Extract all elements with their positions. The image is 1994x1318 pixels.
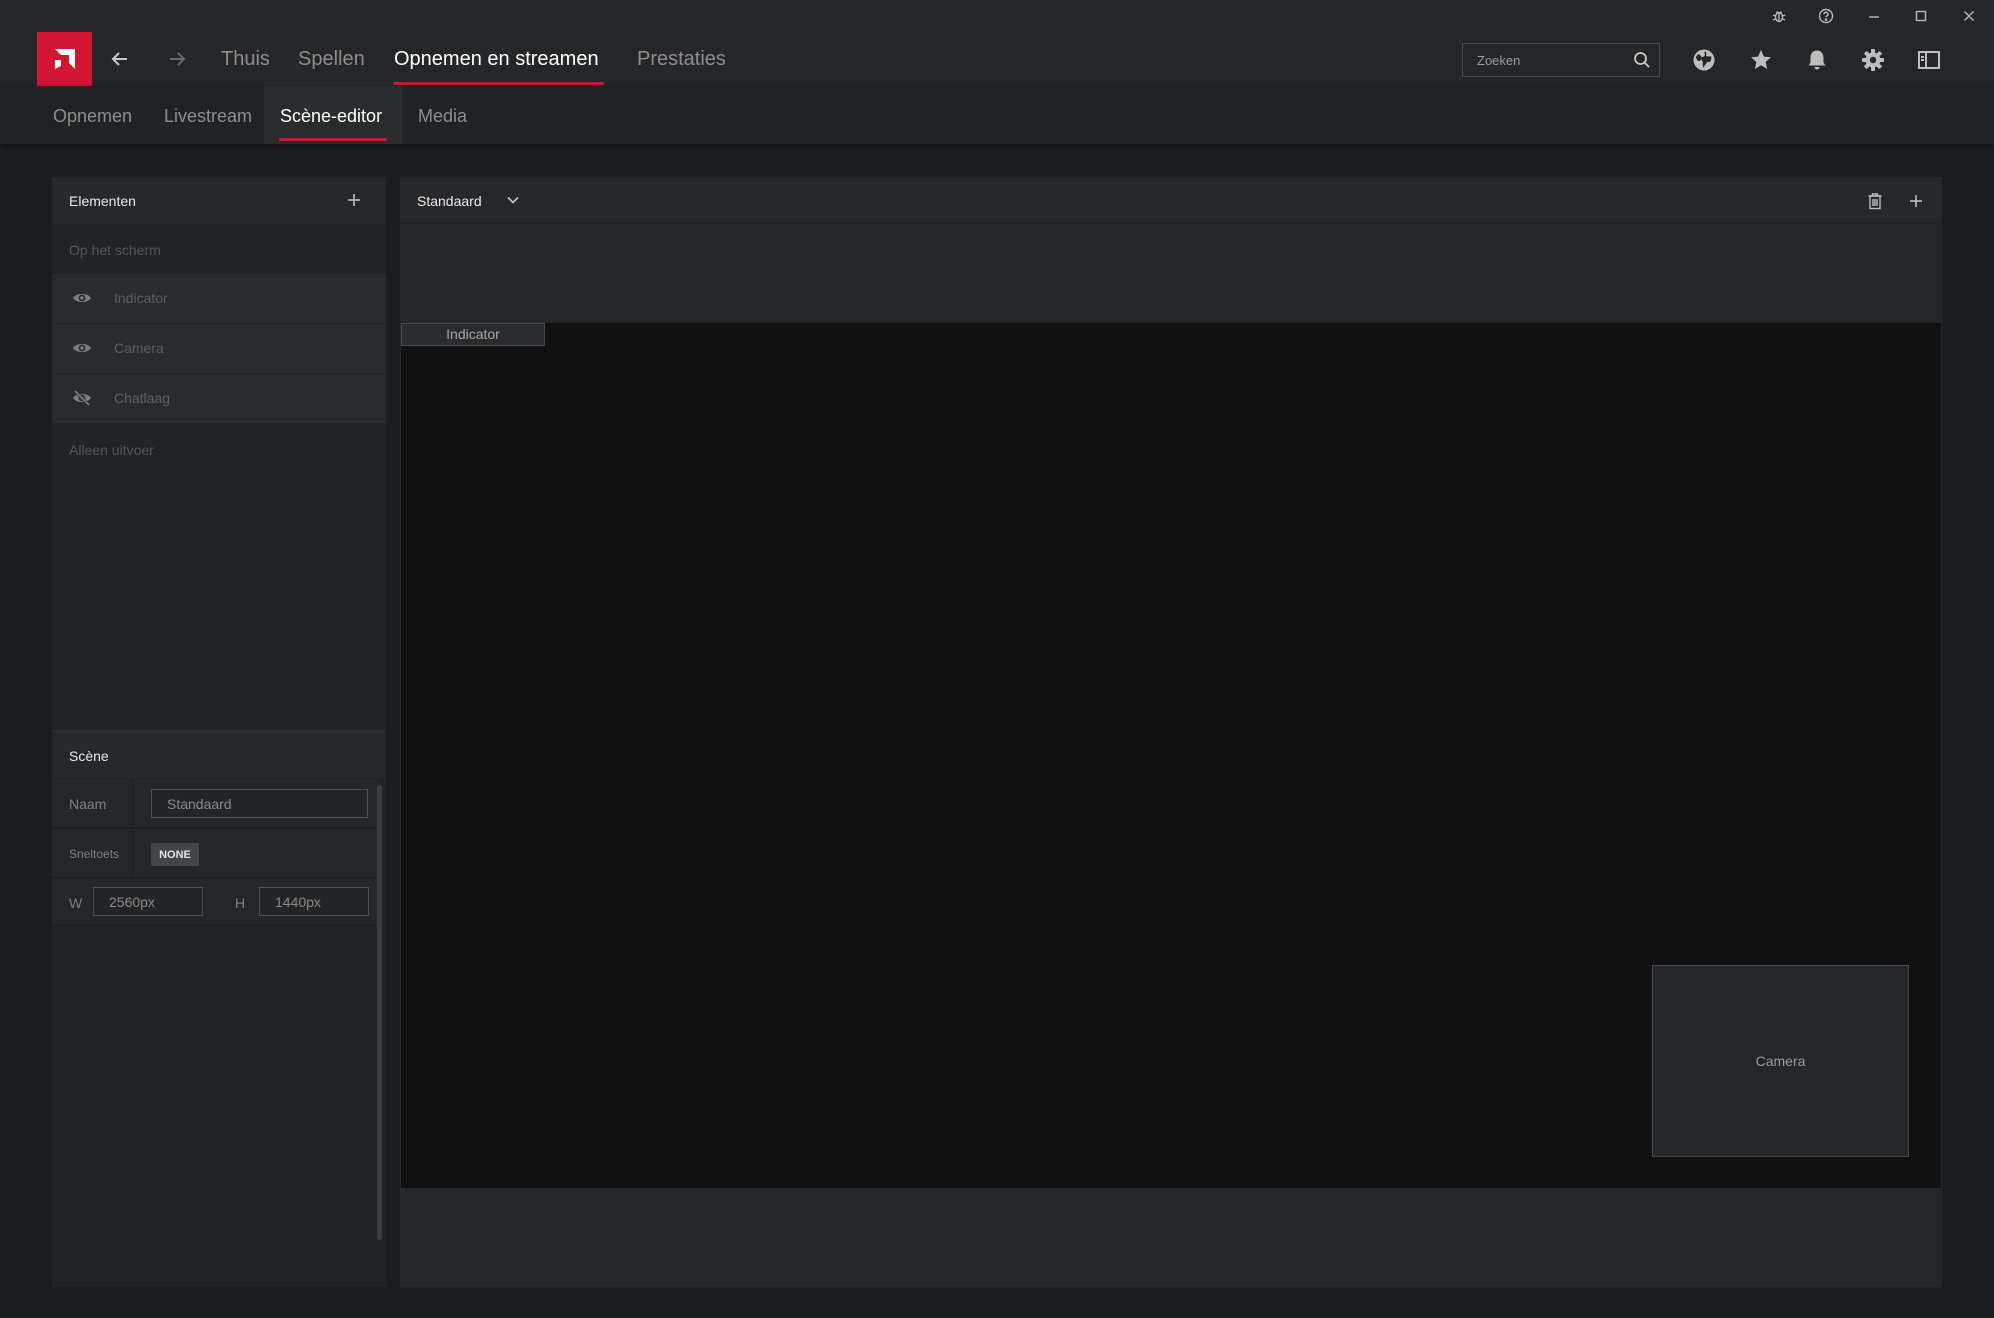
favorites-button[interactable] bbox=[1747, 46, 1775, 74]
tab-scene-editor[interactable]: Scène-editor bbox=[280, 106, 382, 127]
elements-panel: Elementen Op het scherm Indicator Camera… bbox=[52, 177, 386, 1287]
delete-scene-button[interactable] bbox=[1865, 191, 1885, 211]
minimize-button[interactable] bbox=[1860, 4, 1888, 28]
canvas-element-indicator[interactable]: Indicator bbox=[401, 323, 545, 346]
forward-button[interactable] bbox=[164, 46, 190, 72]
scene-canvas[interactable]: Indicator Camera bbox=[401, 323, 1941, 1188]
tab-livestream[interactable]: Livestream bbox=[164, 106, 252, 127]
minimize-icon bbox=[1869, 16, 1879, 18]
scene-resolution-row: W 2560px H 1440px bbox=[52, 879, 378, 925]
hotkey-badge[interactable]: NONE bbox=[151, 843, 199, 866]
height-label: H bbox=[235, 895, 246, 911]
search-button[interactable] bbox=[1633, 51, 1651, 69]
arrow-left-icon bbox=[111, 52, 127, 66]
close-icon bbox=[1964, 11, 1974, 21]
camera-element-label: Camera bbox=[1755, 1053, 1806, 1069]
element-label: Camera bbox=[114, 340, 164, 356]
help-button[interactable] bbox=[1812, 4, 1840, 28]
search-icon bbox=[1634, 52, 1650, 68]
scene-selector-dropdown[interactable] bbox=[504, 191, 522, 209]
nav-active-indicator bbox=[393, 82, 604, 85]
width-field[interactable]: 2560px bbox=[93, 887, 203, 916]
output-only-section-label: Alleen uitvoer bbox=[69, 442, 154, 458]
nav-item-prestaties[interactable]: Prestaties bbox=[637, 48, 726, 71]
visibility-toggle-indicator[interactable] bbox=[72, 289, 92, 307]
trash-icon bbox=[1868, 193, 1882, 210]
plus-icon bbox=[1910, 195, 1922, 207]
star-icon bbox=[1751, 50, 1771, 69]
eye-icon bbox=[73, 293, 91, 303]
main-navigation: Thuis Spellen Opnemen en streamen Presta… bbox=[0, 32, 1994, 86]
scene-name-label: Naam bbox=[69, 796, 107, 812]
add-element-button[interactable] bbox=[344, 190, 364, 210]
globe-icon bbox=[1693, 49, 1715, 71]
amd-logo[interactable] bbox=[37, 32, 92, 86]
visibility-toggle-chatlaag[interactable] bbox=[72, 389, 92, 407]
height-field[interactable]: 1440px bbox=[259, 887, 369, 916]
scene-title: Scène bbox=[69, 748, 109, 764]
add-scene-button[interactable] bbox=[1906, 191, 1926, 211]
search-input[interactable] bbox=[1463, 44, 1623, 76]
element-label: Indicator bbox=[114, 290, 168, 306]
settings-button[interactable] bbox=[1859, 46, 1887, 74]
tab-opnemen[interactable]: Opnemen bbox=[53, 106, 132, 127]
scene-name-field[interactable]: Standaard bbox=[151, 789, 368, 818]
maximize-icon bbox=[1915, 10, 1927, 22]
sub-navigation: Opnemen Livestream Scène-editor Media bbox=[0, 86, 1994, 144]
notifications-button[interactable] bbox=[1803, 46, 1831, 74]
bug-icon bbox=[1772, 11, 1786, 23]
close-button[interactable] bbox=[1955, 4, 1983, 28]
divider bbox=[132, 779, 133, 827]
amd-logo-icon bbox=[54, 49, 75, 69]
scene-hotkey-label: Sneltoets bbox=[69, 847, 120, 861]
bell-icon bbox=[1808, 50, 1826, 70]
scene-hotkey-row: Sneltoets NONE bbox=[52, 829, 378, 878]
search-box bbox=[1462, 43, 1660, 77]
element-row-camera[interactable]: Camera bbox=[52, 324, 386, 373]
element-row-indicator[interactable]: Indicator bbox=[52, 274, 386, 323]
sidebar-toggle-button[interactable] bbox=[1915, 46, 1943, 74]
tab-media[interactable]: Media bbox=[418, 106, 467, 127]
eye-icon bbox=[73, 343, 91, 353]
nav-item-spellen[interactable]: Spellen bbox=[298, 48, 365, 71]
maximize-button[interactable] bbox=[1907, 4, 1935, 28]
nav-item-thuis[interactable]: Thuis bbox=[221, 48, 270, 71]
scene-editor-header: Standaard bbox=[400, 177, 1942, 224]
globe-button[interactable] bbox=[1690, 46, 1718, 74]
divider bbox=[132, 829, 133, 877]
help-icon bbox=[1818, 8, 1834, 24]
subnav-active-indicator bbox=[279, 138, 387, 141]
title-bar bbox=[0, 0, 1994, 32]
scene-scrollbar[interactable] bbox=[377, 785, 382, 1240]
canvas-element-camera[interactable]: Camera bbox=[1652, 965, 1909, 1157]
scene-name-row: Naam Standaard bbox=[52, 779, 378, 828]
gear-icon bbox=[1862, 49, 1884, 71]
width-label: W bbox=[69, 895, 83, 911]
element-label: Chatlaag bbox=[114, 390, 171, 406]
back-button[interactable] bbox=[107, 46, 133, 72]
arrow-right-icon bbox=[170, 52, 186, 66]
elements-title: Elementen bbox=[69, 193, 136, 209]
plus-icon bbox=[348, 194, 360, 206]
chevron-down-icon bbox=[507, 196, 519, 204]
scene-selector[interactable]: Standaard bbox=[417, 193, 482, 209]
nav-item-opnemen-en-streamen[interactable]: Opnemen en streamen bbox=[394, 48, 599, 71]
sidebar-toggle-icon bbox=[1918, 51, 1940, 69]
scene-header: Scène bbox=[52, 730, 386, 778]
scene-editor-panel: Standaard Indicator Camera bbox=[400, 177, 1942, 1287]
elements-header: Elementen bbox=[52, 177, 386, 224]
on-screen-section-label: Op het scherm bbox=[69, 242, 161, 258]
bug-report-button[interactable] bbox=[1765, 4, 1793, 28]
element-row-chatlaag[interactable]: Chatlaag bbox=[52, 374, 386, 423]
visibility-toggle-camera[interactable] bbox=[72, 339, 92, 357]
eye-slash-icon bbox=[73, 389, 91, 407]
